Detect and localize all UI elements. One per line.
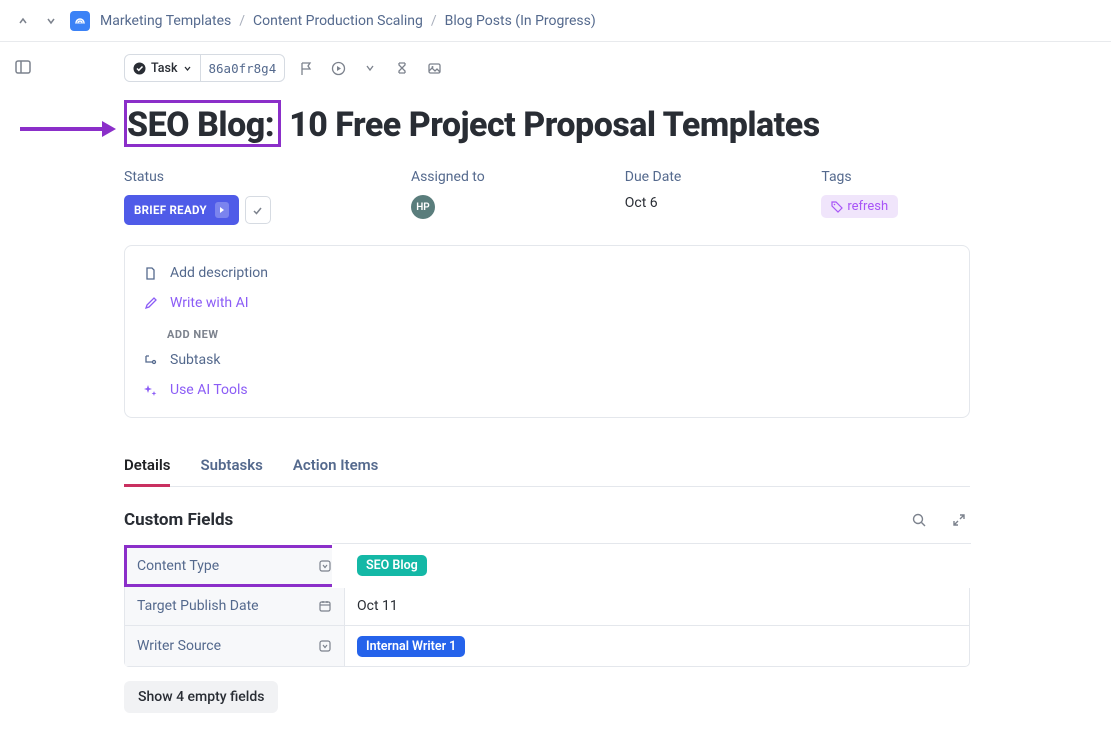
cf-value[interactable]: Internal Writer 1 xyxy=(345,626,969,666)
task-badge-icon xyxy=(133,62,146,75)
chevron-down-icon xyxy=(183,64,192,73)
play-icon[interactable] xyxy=(327,57,349,79)
custom-fields-table: Content Type SEO Blog Target Publish Dat… xyxy=(124,545,970,667)
cf-row-writer-source: Writer Source Internal Writer 1 xyxy=(125,626,969,666)
assigned-label: Assigned to xyxy=(411,169,485,185)
annotation-arrow-title xyxy=(20,118,118,140)
dropdown-field-icon xyxy=(318,639,332,653)
workspace-icon xyxy=(70,11,90,31)
title-highlight: SEO Blog: xyxy=(124,100,281,147)
hourglass-icon[interactable] xyxy=(391,57,413,79)
complete-checkbox[interactable] xyxy=(245,196,271,224)
write-with-ai[interactable]: Write with AI xyxy=(125,288,969,318)
breadcrumb: Marketing Templates / Content Production… xyxy=(100,13,596,29)
status-value: BRIEF READY xyxy=(134,203,207,217)
status-label: Status xyxy=(124,169,271,185)
tag-text: refresh xyxy=(847,199,888,214)
cf-value[interactable]: Oct 11 xyxy=(345,586,969,625)
calendar-icon xyxy=(318,599,332,613)
due-date-value[interactable]: Oct 6 xyxy=(625,195,682,211)
cf-row-publish-date: Target Publish Date Oct 11 xyxy=(125,586,969,626)
cf-value[interactable]: SEO Blog xyxy=(345,546,969,585)
flag-icon[interactable] xyxy=(295,57,317,79)
image-icon[interactable] xyxy=(423,57,445,79)
subtask-icon xyxy=(143,353,158,368)
expand-icon[interactable] xyxy=(948,509,970,531)
use-ai-tools[interactable]: Use AI Tools xyxy=(125,375,969,405)
add-new-heading: ADD NEW xyxy=(125,318,969,345)
cf-name[interactable]: Target Publish Date xyxy=(125,586,345,625)
cf-name[interactable]: Content Type xyxy=(125,546,345,585)
breadcrumb-item[interactable]: Content Production Scaling xyxy=(253,13,423,29)
search-icon[interactable] xyxy=(908,509,930,531)
dropdown-field-icon xyxy=(318,559,332,573)
sparkle-icon xyxy=(143,383,158,398)
cf-row-content-type: Content Type SEO Blog xyxy=(125,546,969,586)
document-icon xyxy=(143,266,158,281)
tag-icon xyxy=(831,201,843,213)
chevron-down-icon[interactable] xyxy=(359,57,381,79)
tab-subtasks[interactable]: Subtasks xyxy=(200,446,262,486)
custom-fields-title: Custom Fields xyxy=(124,510,233,530)
sidebar-toggle-icon[interactable] xyxy=(12,56,34,78)
task-type-selector[interactable]: Task 86a0fr8g4 xyxy=(124,54,285,82)
nav-back[interactable] xyxy=(14,12,32,30)
task-id[interactable]: 86a0fr8g4 xyxy=(201,55,285,81)
due-date-label: Due Date xyxy=(625,169,682,185)
breadcrumb-item[interactable]: Marketing Templates xyxy=(100,13,231,29)
status-next-icon[interactable] xyxy=(215,202,229,218)
title-rest: 10 Free Project Proposal Templates xyxy=(281,105,820,145)
show-empty-fields[interactable]: Show 4 empty fields xyxy=(124,681,278,713)
breadcrumb-item[interactable]: Blog Posts (In Progress) xyxy=(445,13,596,29)
tabs: Details Subtasks Action Items xyxy=(124,446,970,487)
status-pill[interactable]: BRIEF READY xyxy=(124,195,239,225)
cf-name[interactable]: Writer Source xyxy=(125,626,345,666)
tags-label: Tags xyxy=(821,169,898,185)
nav-forward[interactable] xyxy=(42,12,60,30)
page-title[interactable]: SEO Blog: 10 Free Project Proposal Templ… xyxy=(124,100,970,147)
task-type-label: Task xyxy=(151,61,178,76)
tab-action-items[interactable]: Action Items xyxy=(293,446,379,486)
add-description[interactable]: Add description xyxy=(125,258,969,288)
tab-details[interactable]: Details xyxy=(124,446,170,487)
add-subtask[interactable]: Subtask xyxy=(125,345,969,375)
description-box: Add description Write with AI ADD NEW Su… xyxy=(124,245,970,418)
tag-pill[interactable]: refresh xyxy=(821,195,898,218)
assignee-avatar[interactable]: HP xyxy=(411,195,435,219)
pencil-icon xyxy=(143,296,158,311)
